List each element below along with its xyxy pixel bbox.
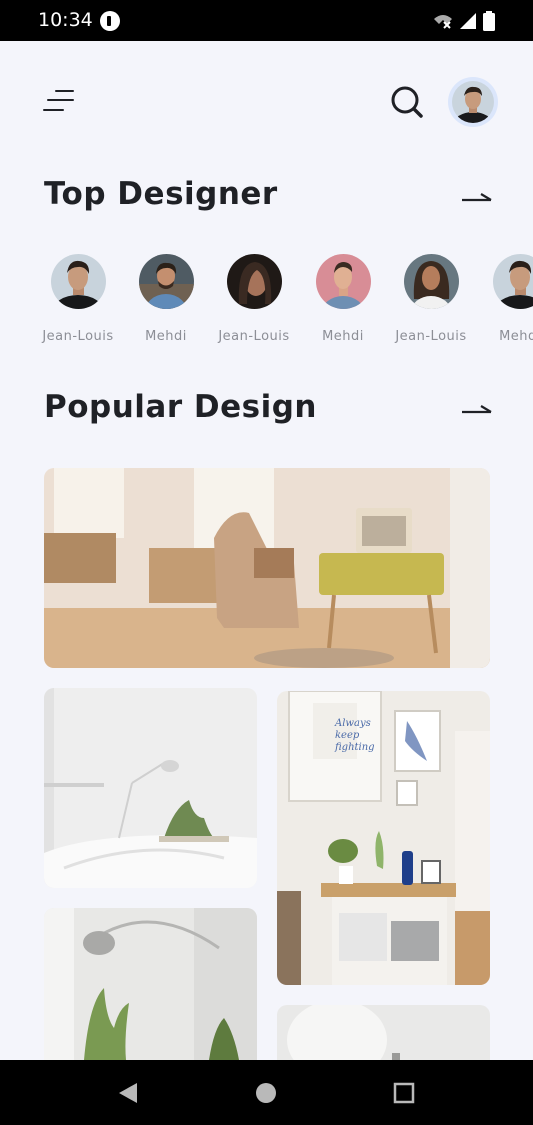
- designer-avatar: [492, 254, 533, 309]
- designer-name: Mehdi: [499, 329, 533, 344]
- top-designer-title: Top Designer: [44, 176, 278, 212]
- living-room-image: [44, 468, 490, 668]
- app-notification-icon: [100, 11, 120, 31]
- designer-avatar: [138, 254, 194, 309]
- arc-lamp-image: [44, 908, 257, 1060]
- designer-item[interactable]: Mehdi: [298, 254, 388, 344]
- home-icon[interactable]: [255, 1082, 277, 1104]
- design-card-gallery-shelf[interactable]: Always keep fighting: [277, 691, 490, 985]
- design-card-white-wall[interactable]: [277, 1005, 490, 1060]
- battery-icon: [483, 11, 495, 31]
- white-bedroom-image: [44, 688, 257, 888]
- designer-avatar: [403, 254, 459, 309]
- profile-avatar[interactable]: [448, 77, 498, 127]
- designer-avatar: [315, 254, 371, 309]
- design-card-living-room[interactable]: [44, 468, 490, 668]
- white-wall-image: [277, 1005, 490, 1060]
- designer-name: Mehdi: [145, 329, 187, 344]
- search-icon[interactable]: [389, 84, 425, 120]
- popular-design-arrow-icon[interactable]: [458, 399, 494, 419]
- designer-name: Jean-Louis: [218, 329, 290, 344]
- design-card-arc-lamp[interactable]: [44, 908, 257, 1060]
- status-time: 10:34: [38, 9, 93, 31]
- top-designer-arrow-icon[interactable]: [458, 187, 494, 207]
- designer-name: Mehdi: [322, 329, 364, 344]
- poster-line-3: fighting: [334, 742, 375, 753]
- designer-avatar: [50, 254, 106, 309]
- designer-avatar: [226, 254, 282, 309]
- poster-line-2: keep: [335, 730, 360, 741]
- back-icon[interactable]: [117, 1081, 139, 1105]
- designer-item[interactable]: Jean-Louis: [33, 254, 123, 344]
- system-nav-bar: [0, 1060, 533, 1125]
- gallery-shelf-image: Always keep fighting: [277, 691, 490, 985]
- designer-item[interactable]: Jean-Louis: [386, 254, 476, 344]
- designer-item[interactable]: Mehdi: [121, 254, 211, 344]
- poster-line-1: Always: [334, 718, 371, 729]
- designer-name: Jean-Louis: [42, 329, 114, 344]
- menu-icon[interactable]: [43, 88, 75, 114]
- designer-name: Jean-Louis: [395, 329, 467, 344]
- cell-signal-icon: [460, 13, 476, 29]
- wifi-off-icon: [434, 15, 452, 29]
- recents-icon[interactable]: [393, 1082, 415, 1104]
- designer-item[interactable]: Jean-Louis: [209, 254, 299, 344]
- design-card-white-bedroom[interactable]: [44, 688, 257, 888]
- popular-design-title: Popular Design: [44, 389, 317, 425]
- designer-list: Jean-Louis Mehdi Jean-Louis Mehdi Jean-L…: [0, 254, 533, 354]
- designer-item[interactable]: Mehdi: [475, 254, 533, 344]
- status-bar: 10:34: [0, 0, 533, 41]
